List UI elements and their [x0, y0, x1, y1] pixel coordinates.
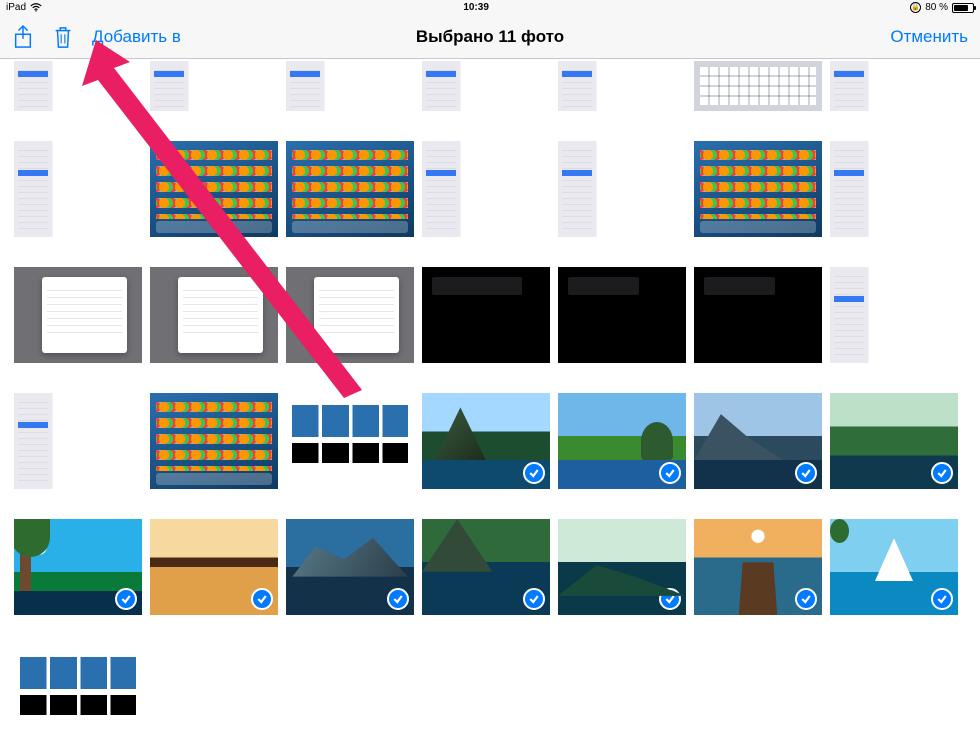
photo-thumbnail[interactable] [286, 267, 414, 363]
cancel-button[interactable]: Отменить [890, 27, 968, 47]
share-icon[interactable] [12, 24, 34, 50]
photo-thumbnail[interactable] [830, 141, 958, 237]
photo-row [14, 141, 966, 237]
photo-thumbnail[interactable] [558, 267, 686, 363]
nav-bar: Добавить в Выбрано 11 фото Отменить [0, 15, 980, 59]
selection-checkmark-icon [523, 462, 545, 484]
selection-checkmark-icon [523, 588, 545, 610]
photo-thumbnail[interactable] [14, 141, 142, 237]
wifi-icon [30, 3, 42, 12]
photo-thumbnail[interactable] [422, 519, 550, 615]
status-time: 10:39 [42, 2, 910, 13]
status-bar: iPad 10:39 🔒 80 % [0, 0, 980, 15]
photo-thumbnail[interactable] [150, 267, 278, 363]
photo-thumbnail[interactable] [694, 61, 822, 111]
photo-thumbnail[interactable] [558, 141, 686, 237]
status-device: iPad [6, 2, 26, 13]
selection-checkmark-icon [795, 462, 817, 484]
photo-row [14, 267, 966, 363]
photo-thumbnail[interactable] [830, 519, 958, 615]
photo-thumbnail[interactable] [14, 393, 142, 489]
selection-checkmark-icon [387, 588, 409, 610]
photo-row [14, 645, 966, 735]
photo-thumbnail[interactable] [14, 645, 142, 735]
photo-thumbnail[interactable] [694, 141, 822, 237]
selection-checkmark-icon [795, 588, 817, 610]
photo-thumbnail[interactable] [286, 519, 414, 615]
photo-row [14, 519, 966, 615]
photo-thumbnail[interactable] [150, 393, 278, 489]
photo-thumbnail[interactable] [150, 519, 278, 615]
photo-thumbnail[interactable] [422, 61, 550, 111]
battery-icon [952, 3, 974, 13]
orientation-lock-icon: 🔒 [910, 2, 921, 13]
selection-checkmark-icon [115, 588, 137, 610]
photo-thumbnail[interactable] [694, 267, 822, 363]
photo-thumbnail[interactable] [422, 393, 550, 489]
photo-thumbnail[interactable] [14, 267, 142, 363]
photo-thumbnail[interactable] [558, 393, 686, 489]
photo-thumbnail[interactable] [286, 393, 414, 489]
selection-checkmark-icon [659, 462, 681, 484]
photo-thumbnail[interactable] [14, 519, 142, 615]
photo-thumbnail[interactable] [286, 141, 414, 237]
trash-icon[interactable] [52, 24, 74, 50]
photo-thumbnail[interactable] [150, 61, 278, 111]
status-battery-pct: 80 % [925, 2, 948, 13]
photo-thumbnail[interactable] [150, 141, 278, 237]
photo-thumbnail[interactable] [422, 267, 550, 363]
selection-checkmark-icon [931, 462, 953, 484]
photo-row [14, 61, 966, 111]
selection-checkmark-icon [931, 588, 953, 610]
photo-thumbnail[interactable] [558, 61, 686, 111]
selection-checkmark-icon [659, 588, 681, 610]
photo-thumbnail[interactable] [694, 393, 822, 489]
photo-thumbnail[interactable] [558, 519, 686, 615]
add-to-button[interactable]: Добавить в [92, 27, 181, 47]
photo-thumbnail[interactable] [422, 141, 550, 237]
photo-thumbnail[interactable] [830, 267, 958, 363]
photo-thumbnail[interactable] [830, 61, 958, 111]
photo-thumbnail[interactable] [694, 519, 822, 615]
photo-thumbnail[interactable] [830, 393, 958, 489]
photo-row [14, 393, 966, 489]
photo-thumbnail[interactable] [14, 61, 142, 111]
photo-grid [0, 59, 980, 735]
selection-checkmark-icon [251, 588, 273, 610]
photo-thumbnail[interactable] [286, 61, 414, 111]
